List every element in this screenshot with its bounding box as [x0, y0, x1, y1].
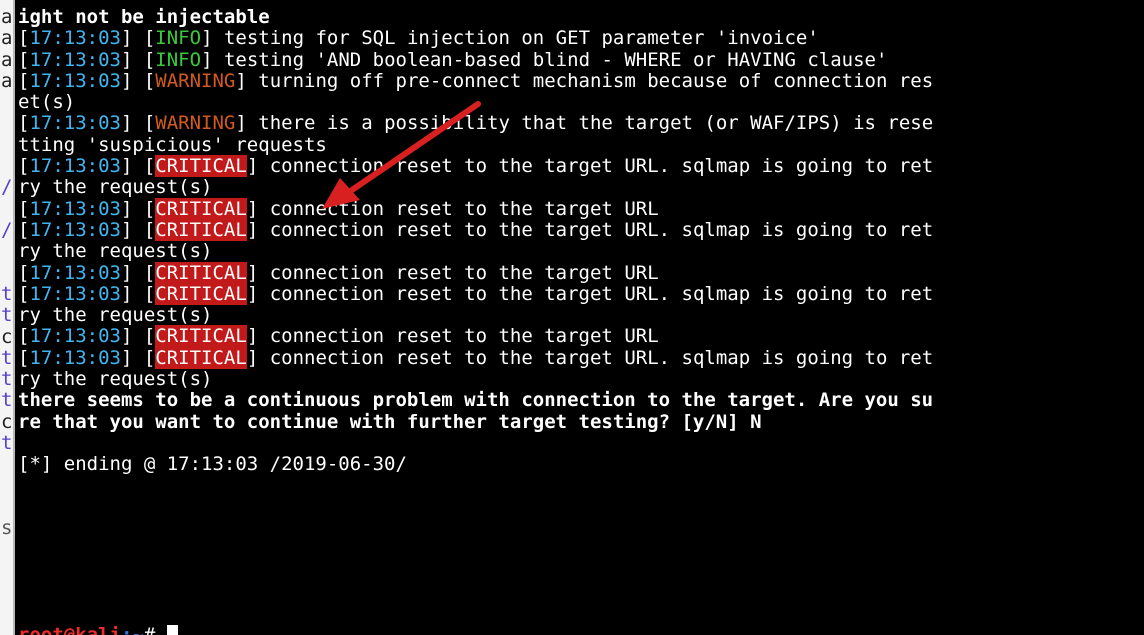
background-window-char: t: [1, 390, 13, 412]
background-window-edge: a a a a / / t t c t t t c t s: [0, 0, 13, 635]
terminal-line: [17:13:03] [INFO] testing for SQL inject…: [18, 27, 819, 50]
log-message: testing for SQL injection on GET paramet…: [212, 27, 819, 50]
log-message: there is a possibility that the target (…: [246, 112, 934, 135]
log-level-badge: CRITICAL: [155, 325, 247, 348]
prompt-question-text: re that you want to continue with furthe…: [18, 410, 762, 433]
background-window-char: a: [1, 49, 13, 71]
log-timestamp: 17:13:03: [29, 197, 121, 220]
terminal-line: re that you want to continue with furthe…: [18, 410, 933, 433]
terminal-line: [17:13:03] [CRITICAL] connection reset t…: [18, 325, 659, 348]
terminal-line: [17:13:03] [CRITICAL] connection reset t…: [18, 346, 934, 369]
background-window-char: t: [1, 283, 13, 305]
log-timestamp: 17:13:03: [29, 218, 121, 241]
log-level-badge: INFO: [155, 27, 202, 50]
output-text: et(s): [18, 91, 76, 114]
log-timestamp: 17:13:03: [29, 282, 121, 305]
output-text: ry the request(s): [18, 176, 213, 199]
terminal-line: there seems to be a continuous problem w…: [18, 390, 933, 411]
screen: a a a a / / t t c t t t c t s ight not be injectable [1…: [0, 0, 1144, 635]
terminal-output: ight not be injectable [17:13:03] [INFO] …: [18, 6, 934, 635]
background-window-char: /: [1, 220, 13, 241]
terminal-window[interactable]: ight not be injectable [17:13:03] [INFO] …: [13, 0, 1144, 635]
terminal-line: ry the request(s): [18, 177, 933, 198]
log-timestamp: 17:13:03: [29, 48, 121, 71]
shell-prompt[interactable]: root@kali:~#: [18, 624, 178, 635]
text-cursor: [166, 625, 178, 635]
terminal-line: [17:13:03] [INFO] testing 'AND boolean-b…: [18, 48, 888, 71]
background-window-char: a: [1, 28, 13, 50]
log-level-badge: CRITICAL: [155, 218, 247, 241]
log-timestamp: 17:13:03: [29, 346, 121, 369]
terminal-line: [17:13:03] [WARNING] turning off pre-con…: [18, 69, 934, 92]
terminal-line: [17:13:03] [WARNING] there is a possibil…: [18, 112, 934, 135]
background-window-char: a: [1, 7, 13, 28]
prompt-question-text: there seems to be a continuous problem w…: [18, 389, 934, 412]
output-text: ry the request(s): [18, 368, 213, 391]
terminal-line: [17:13:03] [CRITICAL] connection reset t…: [18, 197, 659, 220]
log-message: connection reset to the target URL. sqlm…: [258, 282, 934, 305]
background-window-char: t: [1, 305, 13, 327]
terminal-line: ry the request(s): [18, 368, 933, 391]
log-timestamp: 17:13:03: [29, 325, 121, 348]
log-level-badge: CRITICAL: [155, 155, 247, 178]
log-level-badge: WARNING: [155, 69, 236, 92]
background-window-char: t: [1, 433, 13, 454]
prompt-question-text: ight not be injectable: [18, 6, 270, 28]
output-text: ry the request(s): [18, 304, 213, 327]
log-level-badge: WARNING: [155, 112, 236, 135]
log-message: connection reset to the target URL: [258, 261, 659, 284]
terminal-line: [17:13:03] [CRITICAL] connection reset t…: [18, 155, 934, 178]
log-level-badge: CRITICAL: [155, 282, 247, 305]
log-message: connection reset to the target URL. sqlm…: [258, 218, 934, 241]
log-level-badge: CRITICAL: [155, 346, 247, 369]
output-text: [*] ending @ 17:13:03 /2019-06-30/: [18, 453, 407, 476]
log-message: connection reset to the target URL. sqlm…: [258, 155, 934, 178]
prompt-path: :~: [120, 624, 144, 635]
terminal-line: et(s): [18, 92, 933, 113]
log-message: turning off pre-connect mechanism becaus…: [246, 69, 934, 92]
log-timestamp: 17:13:03: [29, 112, 121, 135]
log-message: testing 'AND boolean-based blind - WHERE…: [212, 48, 888, 71]
terminal-line: ry the request(s): [18, 305, 933, 326]
output-text: tting 'suspicious' requests: [18, 133, 327, 156]
log-level-badge: CRITICAL: [155, 261, 247, 284]
prompt-symbol: #: [143, 624, 167, 635]
output-text: ry the request(s): [18, 240, 213, 263]
background-window-char: t: [1, 347, 13, 369]
log-timestamp: 17:13:03: [29, 155, 121, 178]
terminal-line: [17:13:03] [CRITICAL] connection reset t…: [18, 261, 659, 284]
terminal-line: [17:13:03] [CRITICAL] connection reset t…: [18, 218, 934, 241]
log-level-badge: INFO: [155, 48, 202, 71]
background-window-char: /: [1, 177, 13, 199]
log-timestamp: 17:13:03: [29, 69, 121, 92]
log-level-badge: CRITICAL: [155, 197, 247, 220]
prompt-user-host: root@kali: [18, 624, 121, 635]
terminal-line: tting 'suspicious' requests: [18, 133, 933, 156]
terminal-line: [17:13:03] [CRITICAL] connection reset t…: [18, 282, 934, 305]
background-window-char: c: [1, 411, 13, 433]
log-timestamp: 17:13:03: [29, 27, 121, 50]
background-window-char: t: [1, 369, 13, 391]
background-window-char: s: [1, 518, 13, 540]
log-message: connection reset to the target URL. sqlm…: [258, 346, 934, 369]
background-window-char: a: [1, 70, 13, 92]
log-message: connection reset to the target URL: [258, 325, 659, 348]
background-window-char: c: [1, 326, 13, 348]
terminal-line: ry the request(s): [18, 241, 933, 262]
terminal-line: [*] ending @ 17:13:03 /2019-06-30/: [18, 454, 933, 475]
terminal-line: ight not be injectable: [18, 6, 933, 28]
log-timestamp: 17:13:03: [29, 261, 121, 284]
log-message: connection reset to the target URL: [258, 197, 659, 220]
